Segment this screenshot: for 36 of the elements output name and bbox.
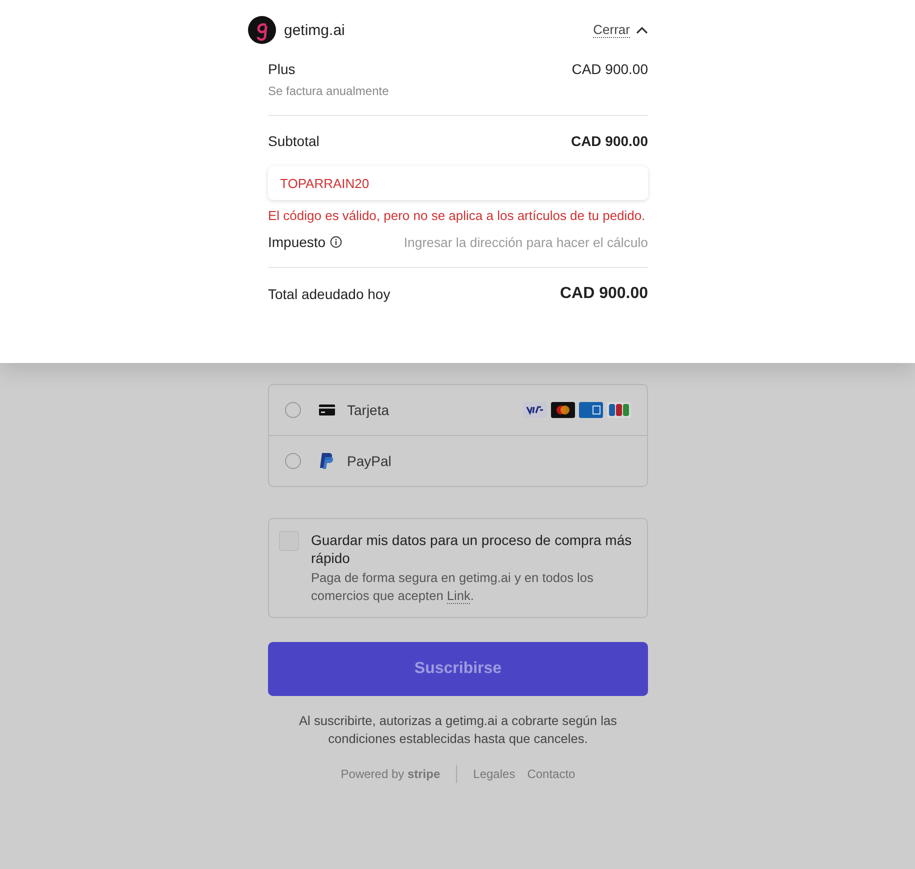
total-label: Total adeudado hoy (268, 286, 390, 302)
card-logo-icon (523, 402, 547, 418)
product-name: Plus (268, 61, 296, 77)
card-logo-icon (551, 402, 575, 418)
tax-label: Impuesto (268, 234, 326, 250)
terms-text: Al suscribirte, autorizas a getimg.ai a cobrarte según las condiciones establecidas hasta que canceles. (298, 712, 618, 748)
subscribe-button[interactable]: Suscribirse (268, 642, 648, 696)
link[interactable]: Link (446, 588, 470, 604)
subtotal-amount: CAD 900.00 (570, 133, 648, 149)
chevron-up-icon (636, 26, 648, 34)
brand-name: getimg.ai (284, 22, 345, 38)
card-logo-icon (607, 402, 631, 418)
subtotal-label: Subtotal (268, 133, 320, 149)
payment-option[interactable]: PayPal (269, 435, 647, 486)
tax-note: Ingresar la dirección para hacer el cálculo (404, 234, 648, 250)
radio-button[interactable] (285, 402, 301, 418)
payment-method-label: PayPal (347, 453, 392, 469)
billing-note: Se factura anualmente (268, 84, 390, 98)
save-info-description: Paga de forma segura en getimg.ai y en todos los comercios que acepten Link. (311, 569, 594, 605)
radio-button[interactable] (285, 453, 301, 469)
footer-link[interactable]: Legales (473, 767, 516, 781)
product-price: CAD 900.00 (572, 61, 648, 77)
logo-icon (248, 16, 276, 44)
card-logo-icon (579, 402, 603, 418)
payment-option[interactable]: Tarjeta (269, 385, 647, 435)
paypal-icon (319, 452, 335, 470)
card-icon (319, 404, 335, 416)
info-icon[interactable] (330, 236, 342, 248)
close-button[interactable]: Cerrar (593, 22, 648, 38)
promo-error: El código es válido, pero no se aplica a los artículos de tu pedido. (268, 207, 646, 225)
save-info-title: Guardar mis datos para un proceso de compra más rápido (311, 531, 633, 567)
powered-by-text: Powered by stripe (340, 767, 440, 781)
promo-code-field[interactable]: TOPARRAIN20 (268, 166, 648, 200)
footer-link[interactable]: Contacto (527, 767, 576, 781)
payment-method-label: Tarjeta (347, 402, 390, 418)
total-amount: CAD 900.00 (560, 285, 648, 303)
